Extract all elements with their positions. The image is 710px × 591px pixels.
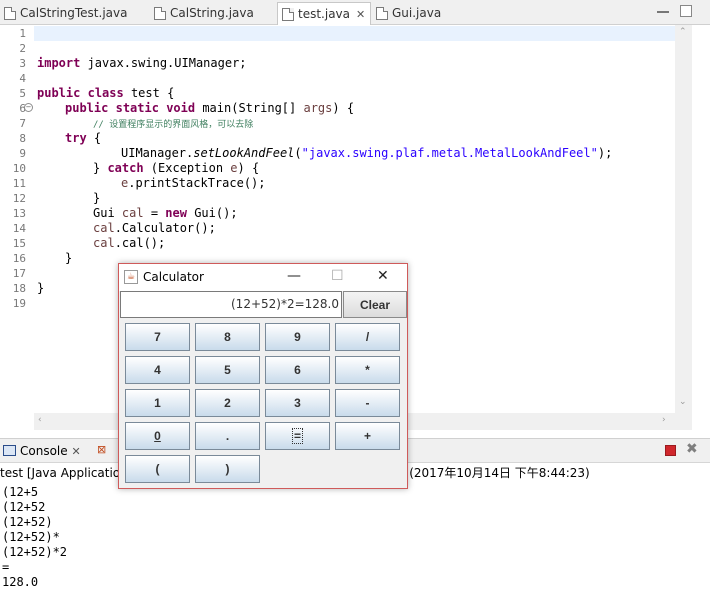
multiply-button[interactable]: *: [335, 356, 400, 384]
line-number: 4: [19, 72, 26, 85]
console-output-line: (12+5: [2, 485, 39, 499]
console-output-line: (12+52)*: [2, 530, 60, 544]
scroll-down-icon[interactable]: ⌄: [679, 397, 687, 407]
close-tab-icon[interactable]: ✕: [356, 8, 365, 21]
tab-label: Gui.java: [392, 6, 442, 20]
close-paren-button[interactable]: ): [195, 455, 260, 483]
terminate-icon[interactable]: [665, 445, 676, 456]
line-number: 8: [19, 132, 26, 145]
divide-button[interactable]: /: [335, 323, 400, 351]
console-output-line: 128.0: [2, 575, 39, 589]
line-number: 7: [19, 117, 26, 130]
calculator-display[interactable]: (12+52)*2=128.0: [120, 291, 342, 318]
clear-button[interactable]: Clear: [343, 291, 407, 318]
decimal-button[interactable]: .: [195, 422, 260, 450]
tab-calstring[interactable]: CalString.java: [154, 2, 254, 24]
equals-button[interactable]: =: [265, 422, 330, 450]
line-number: 13: [12, 207, 26, 220]
code-line-7: // 设置程序显示的界面风格，可以去除: [93, 120, 254, 130]
minimize-icon[interactable]: —: [287, 268, 301, 284]
code-line-12: }: [93, 191, 101, 205]
code-line-15: cal.cal();: [93, 236, 166, 250]
add-button[interactable]: +: [335, 422, 400, 450]
line-number: 2: [19, 42, 26, 55]
subtract-button[interactable]: -: [335, 389, 400, 417]
digit-6-button[interactable]: 6: [265, 356, 330, 384]
tab-label: test.java: [298, 7, 351, 21]
fold-collapse-icon[interactable]: −: [24, 103, 33, 112]
console-output-line: (12+52)*2: [2, 545, 68, 559]
line-number: 3: [19, 57, 26, 70]
console-output-line: (12+52: [2, 500, 46, 514]
open-paren-button[interactable]: (: [125, 455, 190, 483]
digit-8-button[interactable]: 8: [195, 323, 260, 351]
console-output-line: =: [2, 560, 10, 574]
line-number: 18: [12, 282, 26, 295]
line-number: 1: [19, 27, 26, 40]
digit-2-button[interactable]: 2: [195, 389, 260, 417]
java-file-icon: [282, 7, 294, 21]
calculator-title-bar[interactable]: ☕ Calculator — ☐ ✕: [119, 264, 407, 291]
maximize-icon[interactable]: ☐: [331, 268, 344, 284]
tab-gui[interactable]: Gui.java: [376, 2, 441, 24]
close-icon[interactable]: ✕: [377, 268, 389, 284]
scroll-left-icon[interactable]: ‹: [38, 415, 42, 425]
minimize-editor-icon[interactable]: [657, 5, 669, 13]
tab-test[interactable]: test.java ✕: [277, 2, 371, 25]
tab-label: CalStringTest.java: [20, 6, 128, 20]
console-icon: [3, 445, 16, 456]
digit-4-button[interactable]: 4: [125, 356, 190, 384]
code-line-18: }: [37, 281, 45, 295]
tab-console[interactable]: Console ✕: [20, 444, 81, 458]
digit-0-button[interactable]: 0: [125, 422, 190, 450]
digit-9-button[interactable]: 9: [265, 323, 330, 351]
line-number-gutter: 1 2 3 4 5 6 7 8 9 10 11 12 13 14 15 16 1…: [0, 25, 34, 430]
line-number: 5: [19, 87, 26, 100]
code-line-9: UIManager.setLookAndFeel("javax.swing.pl…: [121, 146, 613, 160]
code-line-5: public class test {: [37, 86, 175, 100]
line-number: 19: [12, 297, 26, 310]
java-file-icon: [4, 6, 16, 20]
line-number: 17: [12, 267, 26, 280]
code-line-13: Gui cal = new Gui();: [93, 206, 238, 220]
close-console-icon[interactable]: ✕: [71, 445, 80, 458]
tab-label: CalString.java: [170, 6, 254, 20]
code-line-11: e.printStackTrace();: [121, 176, 266, 190]
line-number: 15: [12, 237, 26, 250]
code-line-16: }: [65, 251, 73, 265]
digit-3-button[interactable]: 3: [265, 389, 330, 417]
scroll-up-icon[interactable]: ⌃: [679, 27, 687, 37]
console-output-line: (12+52): [2, 515, 53, 529]
editor-tab-bar: CalStringTest.java CalString.java test.j…: [0, 0, 710, 25]
code-line-6: public static void main(String[] args) {: [65, 101, 355, 115]
line-number: 16: [12, 252, 26, 265]
scroll-right-icon[interactable]: ›: [662, 415, 666, 425]
java-file-icon: [376, 6, 388, 20]
code-line-3: import javax.swing.UIManager;: [37, 56, 247, 70]
maximize-editor-icon[interactable]: [680, 5, 692, 17]
digit-5-button[interactable]: 5: [195, 356, 260, 384]
digit-7-button[interactable]: 7: [125, 323, 190, 351]
line-number: 12: [12, 192, 26, 205]
line-number: 11: [12, 177, 26, 190]
window-title: Calculator: [143, 270, 204, 284]
tab-calstringtest[interactable]: CalStringTest.java: [4, 2, 127, 24]
editor-vertical-scrollbar[interactable]: ⌃ ⌄: [675, 25, 692, 413]
code-line-14: cal.Calculator();: [93, 221, 216, 235]
code-line-8: try {: [65, 131, 102, 145]
remove-launch-icon[interactable]: ✖: [686, 441, 698, 457]
current-line-highlight: [34, 26, 689, 41]
calculator-window: ☕ Calculator — ☐ ✕ (12+52)*2=128.0 Clear…: [118, 263, 408, 489]
code-line-10: } catch (Exception e) {: [93, 161, 260, 175]
digit-1-button[interactable]: 1: [125, 389, 190, 417]
java-cup-icon: ☕: [124, 270, 138, 284]
line-number: 9: [19, 147, 26, 160]
java-file-icon: [154, 6, 166, 20]
problems-tab-icon[interactable]: ⊠: [97, 443, 106, 456]
line-number: 10: [12, 162, 26, 175]
line-number: 14: [12, 222, 26, 235]
